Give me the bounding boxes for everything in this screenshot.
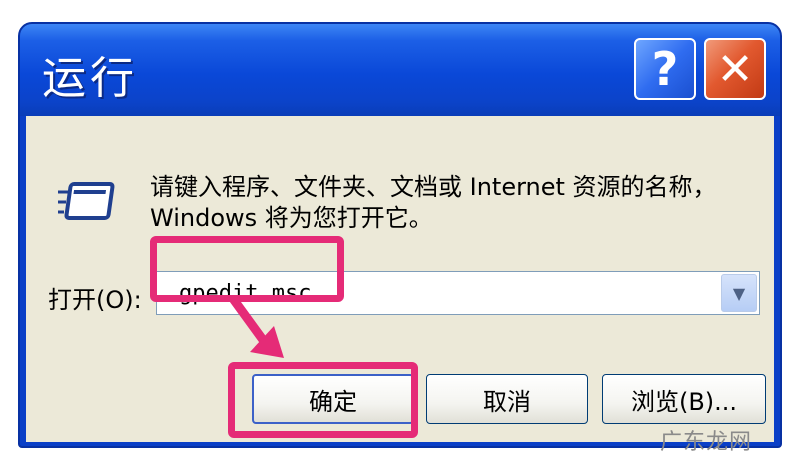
dropdown-button[interactable]: ▼ [721, 274, 757, 312]
window-title: 运行 [42, 53, 138, 104]
run-icon [58, 182, 115, 220]
annotation-arrow-icon [229, 296, 284, 358]
help-icon: ? [651, 42, 679, 96]
browse-button[interactable]: 浏览(B)... [602, 374, 766, 424]
input-highlight-box [150, 236, 344, 302]
cancel-button[interactable]: 取消 [426, 374, 588, 424]
open-label: 打开(O): [48, 286, 142, 314]
close-button[interactable]: ✕ [704, 38, 766, 100]
chevron-down-icon: ▼ [732, 283, 746, 303]
title-bar[interactable]: 运行 ? ✕ [20, 24, 780, 116]
watermark: 广东龙网 [660, 430, 753, 455]
dialog-description: 请键入程序、文件夹、文档或 Internet 资源的名称，Windows 将为您… [150, 173, 717, 232]
help-button[interactable]: ? [634, 38, 696, 100]
close-icon: ✕ [716, 43, 754, 95]
ok-highlight-box [228, 362, 418, 438]
screenshot-stage: 运行 ? ✕ 请键入程序、文件夹、文档或 Internet 资源的名称，Wind… [0, 0, 800, 466]
